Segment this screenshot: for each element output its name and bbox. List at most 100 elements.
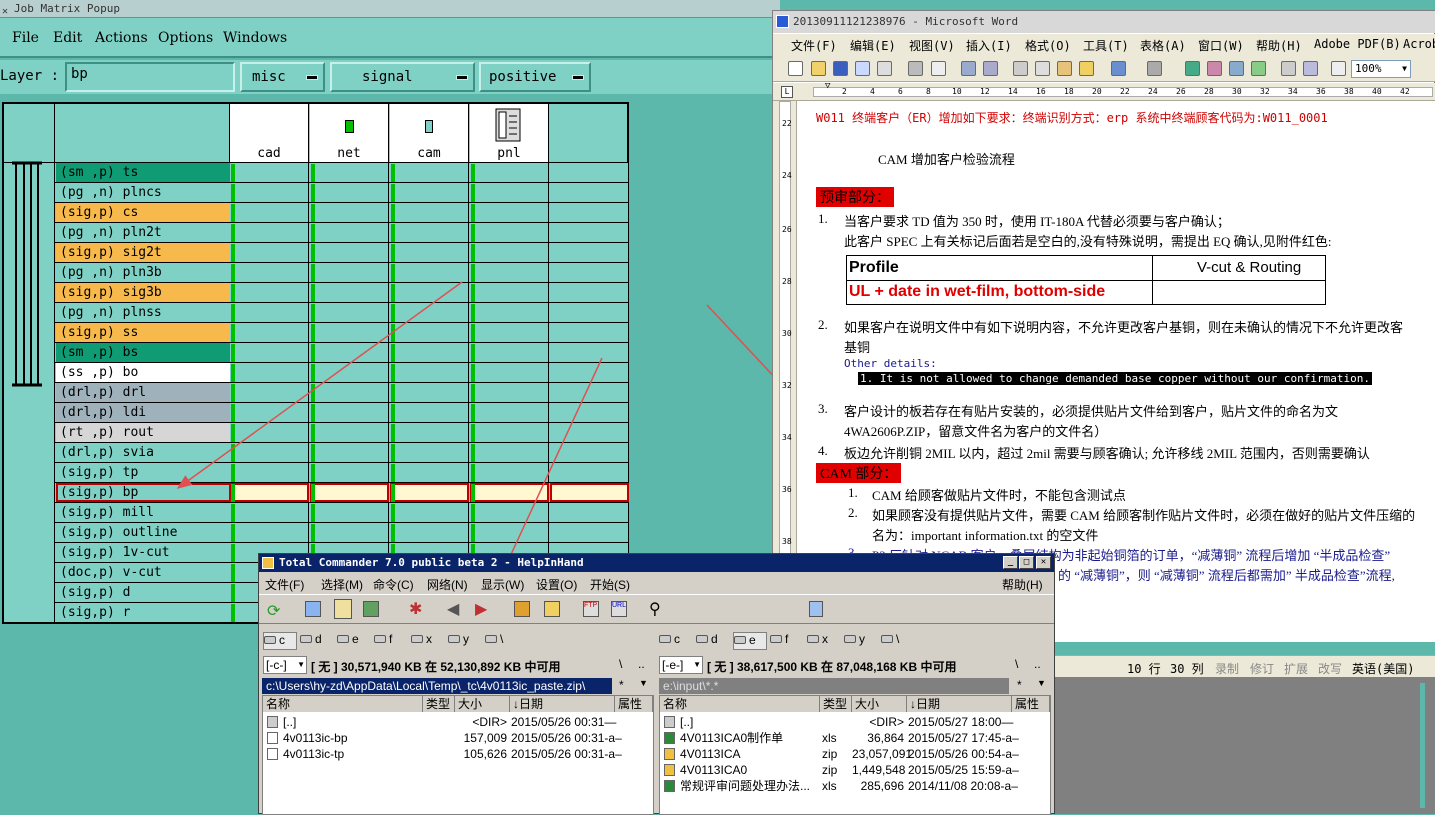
drive-button-network[interactable]: \ <box>485 632 519 650</box>
column-header-name[interactable]: 名称 <box>660 696 820 712</box>
back-icon[interactable]: ◀ <box>447 599 459 619</box>
drive-button-e[interactable]: e <box>733 632 767 650</box>
column-header-name[interactable]: 名称 <box>263 696 423 712</box>
column-header-type[interactable]: 类型 <box>423 696 455 712</box>
ftp-icon[interactable]: FTP <box>583 601 599 617</box>
left-drive-select[interactable]: [-c-] ▼ <box>263 656 307 674</box>
refresh-icon[interactable]: ⟳ <box>267 601 280 621</box>
column-header-size[interactable]: 大小 <box>852 696 907 712</box>
menu-acrobat[interactable]: Acrobat <box>1403 37 1435 51</box>
column-header-size[interactable]: 大小 <box>455 696 510 712</box>
column-header-attr[interactable]: 属性 <box>1012 696 1050 712</box>
redo-icon[interactable] <box>1147 61 1162 76</box>
full-view-icon[interactable] <box>334 599 352 619</box>
menu-help[interactable]: 帮助(H) <box>1256 37 1302 54</box>
invert-selection-icon[interactable]: ✱ <box>409 599 422 619</box>
insert-excel-icon[interactable] <box>1251 61 1266 76</box>
tab-selector-icon[interactable]: L <box>781 86 793 98</box>
brief-view-icon[interactable] <box>305 601 321 617</box>
close-button[interactable]: ✕ <box>1036 556 1051 569</box>
file-row[interactable]: 4V0113ICA0制作单 xls 36,864 2015/05/27 17:45-a… <box>660 730 1050 746</box>
file-row[interactable]: 4v0113ic-bp 157,009 2015/05/26 00:31-a– <box>263 730 653 746</box>
insert-table-icon[interactable] <box>1229 61 1244 76</box>
drive-button-c[interactable]: c <box>263 632 297 650</box>
menu-adobe-pdf[interactable]: Adobe PDF(B) <box>1314 37 1401 51</box>
root-button[interactable]: \ <box>619 657 622 671</box>
right-path[interactable]: e:\input\*.* <box>659 678 1009 694</box>
horizontal-ruler[interactable]: L ▽ 2 4 6 8 10 12 14 16 18 20 22 24 26 2… <box>773 81 1435 101</box>
menu-insert[interactable]: 插入(I) <box>966 37 1012 54</box>
drive-button-d[interactable]: d <box>300 632 334 650</box>
left-path[interactable]: c:\Users\hy-zd\AppData\Local\Temp\_tc\4v… <box>262 678 612 694</box>
hyperlink-icon[interactable] <box>1185 61 1200 76</box>
menu-start[interactable]: 开始(S) <box>590 576 630 593</box>
file-row[interactable]: 常规评审问题处理办法... xls 285,696 2014/11/08 20:08-… <box>660 778 1050 794</box>
parent-button[interactable]: .. <box>1034 657 1041 671</box>
paste-icon[interactable] <box>1057 61 1072 76</box>
research-icon[interactable] <box>983 61 998 76</box>
root-button[interactable]: \ <box>1015 657 1018 671</box>
status-track-changes[interactable]: 修订 <box>1250 660 1274 677</box>
drive-button-y[interactable]: y <box>448 632 482 650</box>
menu-show[interactable]: 显示(W) <box>481 576 524 593</box>
drive-button-x[interactable]: x <box>411 632 445 650</box>
copy-icon[interactable] <box>1035 61 1050 76</box>
format-painter-icon[interactable] <box>1079 61 1094 76</box>
status-extend[interactable]: 扩展 <box>1284 660 1308 677</box>
menu-tools[interactable]: 工具(T) <box>1083 37 1129 54</box>
permission-icon[interactable] <box>855 61 870 76</box>
column-header-attr[interactable]: 属性 <box>615 696 653 712</box>
drive-button-y[interactable]: y <box>844 632 878 650</box>
maximize-button[interactable]: □ <box>1019 556 1034 569</box>
menu-view[interactable]: 视图(V) <box>909 37 955 54</box>
status-overwrite[interactable]: 改写 <box>1318 660 1342 677</box>
document-map-icon[interactable] <box>1331 61 1346 76</box>
indent-marker-icon[interactable]: ▽ <box>825 81 830 91</box>
columns-icon[interactable] <box>1281 61 1296 76</box>
drive-button-x[interactable]: x <box>807 632 841 650</box>
menu-command[interactable]: 命令(C) <box>373 576 414 593</box>
menu-edit[interactable]: 编辑(E) <box>850 37 896 54</box>
menu-network[interactable]: 网络(N) <box>427 576 468 593</box>
url-icon[interactable]: URL <box>611 601 627 617</box>
parent-button[interactable]: .. <box>638 657 645 671</box>
menu-format[interactable]: 格式(O) <box>1025 37 1071 54</box>
column-header-date[interactable]: ↓日期 <box>510 696 615 712</box>
menu-window[interactable]: 窗口(W) <box>1198 37 1244 54</box>
drive-button-d[interactable]: d <box>696 632 730 650</box>
unpack-icon[interactable] <box>544 601 560 617</box>
open-folder-icon[interactable] <box>811 61 826 76</box>
spelling-icon[interactable] <box>961 61 976 76</box>
print-icon[interactable] <box>908 61 923 76</box>
pack-icon[interactable] <box>514 601 530 617</box>
email-icon[interactable] <box>877 61 892 76</box>
minimize-button[interactable]: _ <box>1003 556 1018 569</box>
file-row[interactable]: 4v0113ic-tp 105,626 2015/05/26 00:31-a– <box>263 746 653 762</box>
right-drive-select[interactable]: [-e-] ▼ <box>659 656 703 674</box>
menu-file[interactable]: 文件(F) <box>265 576 304 593</box>
column-header-type[interactable]: 类型 <box>820 696 852 712</box>
file-row[interactable]: 4V0113ICA zip 23,057,091 2015/05/26 00:54-a… <box>660 746 1050 762</box>
menu-table[interactable]: 表格(A) <box>1140 37 1186 54</box>
file-row[interactable]: 4V0113ICA0 zip 1,449,548 2015/05/25 15:59-a… <box>660 762 1050 778</box>
thumbnail-view-icon[interactable] <box>363 601 379 617</box>
menu-file[interactable]: 文件(F) <box>791 37 837 54</box>
drive-button-c[interactable]: c <box>659 632 693 650</box>
forward-icon[interactable]: ▶ <box>475 599 487 619</box>
drawing-icon[interactable] <box>1303 61 1318 76</box>
print-preview-icon[interactable] <box>931 61 946 76</box>
search-icon[interactable]: ⚲ <box>649 599 661 619</box>
status-record[interactable]: 录制 <box>1215 660 1239 677</box>
zoom-select[interactable]: 100% ▼ <box>1351 60 1411 78</box>
left-history-icon[interactable]: ▼ <box>639 678 648 688</box>
tables-borders-icon[interactable] <box>1207 61 1222 76</box>
drive-button-f[interactable]: f <box>374 632 408 650</box>
right-star-button[interactable]: * <box>1017 678 1022 692</box>
new-document-icon[interactable] <box>788 61 803 76</box>
column-header-date[interactable]: ↓日期 <box>907 696 1012 712</box>
menu-help[interactable]: 帮助(H) <box>1002 576 1043 593</box>
drive-button-f[interactable]: f <box>770 632 804 650</box>
drive-button-e[interactable]: e <box>337 632 371 650</box>
undo-icon[interactable] <box>1111 61 1126 76</box>
menu-settings[interactable]: 设置(O) <box>536 576 577 593</box>
